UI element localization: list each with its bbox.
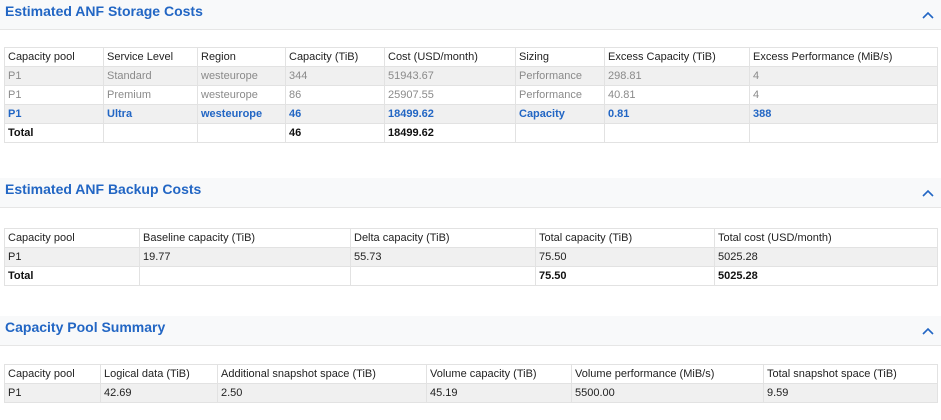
table-cell: 45.19 xyxy=(426,383,572,403)
table-cell: 5500.00 xyxy=(571,383,764,403)
table-cell: P1 xyxy=(4,104,104,124)
column-header: Capacity pool xyxy=(4,228,140,248)
storage-section-title: Estimated ANF Storage Costs xyxy=(5,3,203,19)
table-cell: 75.50 xyxy=(535,266,715,286)
chevron-up-icon[interactable] xyxy=(921,326,935,336)
table-cell: 5025.28 xyxy=(714,247,938,267)
table-cell: 19.77 xyxy=(139,247,351,267)
summary-section-header: Capacity Pool Summary xyxy=(0,316,941,346)
table-cell: P1 xyxy=(4,247,140,267)
table-cell: Performance xyxy=(515,85,605,105)
table-cell xyxy=(604,123,750,143)
table-cell xyxy=(515,123,605,143)
column-header: Additional snapshot space (TiB) xyxy=(217,364,427,384)
table-cell: 18499.62 xyxy=(384,104,516,124)
table-cell: 42.69 xyxy=(100,383,218,403)
table-total-row: Total 75.50 5025.28 xyxy=(4,266,938,286)
backup-cost-table: Capacity pool Baseline capacity (TiB) De… xyxy=(4,228,938,286)
chevron-up-icon[interactable] xyxy=(921,188,935,198)
table-header-row: Capacity pool Service Level Region Capac… xyxy=(4,47,938,67)
column-header: Sizing xyxy=(515,47,605,67)
table-header-row: Capacity pool Logical data (TiB) Additio… xyxy=(4,364,938,384)
storage-cost-table: Capacity pool Service Level Region Capac… xyxy=(4,47,938,143)
table-cell: Premium xyxy=(103,85,198,105)
table-cell: westeurope xyxy=(197,66,286,86)
column-header: Region xyxy=(197,47,286,67)
column-header: Excess Performance (MiB/s) xyxy=(749,47,938,67)
table-cell: Ultra xyxy=(103,104,198,124)
summary-section-title: Capacity Pool Summary xyxy=(5,319,166,335)
table-header-row: Capacity pool Baseline capacity (TiB) De… xyxy=(4,228,938,248)
table-cell: 18499.62 xyxy=(384,123,516,143)
table-cell: 86 xyxy=(285,85,385,105)
table-cell: 75.50 xyxy=(535,247,715,267)
table-cell: Standard xyxy=(103,66,198,86)
table-cell: 5025.28 xyxy=(714,266,938,286)
table-row-selected[interactable]: P1 Ultra westeurope 46 18499.62 Capacity… xyxy=(4,104,938,124)
table-cell: 51943.67 xyxy=(384,66,516,86)
table-cell: 344 xyxy=(285,66,385,86)
column-header: Volume performance (MiB/s) xyxy=(571,364,764,384)
table-cell: westeurope xyxy=(197,104,286,124)
table-cell: P1 xyxy=(4,66,104,86)
table-cell: 9.59 xyxy=(763,383,938,403)
table-row[interactable]: P1 Standard westeurope 344 51943.67 Perf… xyxy=(4,66,938,86)
table-cell: 55.73 xyxy=(350,247,536,267)
table-cell xyxy=(103,123,198,143)
table-cell: 46 xyxy=(285,104,385,124)
column-header: Total snapshot space (TiB) xyxy=(763,364,938,384)
table-cell: Performance xyxy=(515,66,605,86)
chevron-up-icon[interactable] xyxy=(921,10,935,20)
capacity-pool-summary-table: Capacity pool Logical data (TiB) Additio… xyxy=(4,364,938,403)
table-row[interactable]: P1 42.69 2.50 45.19 5500.00 9.59 xyxy=(4,383,938,403)
table-cell: westeurope xyxy=(197,85,286,105)
column-header: Excess Capacity (TiB) xyxy=(604,47,750,67)
column-header: Delta capacity (TiB) xyxy=(350,228,536,248)
column-header: Total cost (USD/month) xyxy=(714,228,938,248)
column-header: Volume capacity (TiB) xyxy=(426,364,572,384)
table-row[interactable]: P1 19.77 55.73 75.50 5025.28 xyxy=(4,247,938,267)
table-cell: P1 xyxy=(4,85,104,105)
column-header: Total capacity (TiB) xyxy=(535,228,715,248)
table-cell: Total xyxy=(4,266,140,286)
table-cell: 46 xyxy=(285,123,385,143)
table-cell xyxy=(139,266,351,286)
table-cell: 0.81 xyxy=(604,104,750,124)
table-cell: 25907.55 xyxy=(384,85,516,105)
column-header: Logical data (TiB) xyxy=(100,364,218,384)
table-row[interactable]: P1 Premium westeurope 86 25907.55 Perfor… xyxy=(4,85,938,105)
table-total-row: Total 46 18499.62 xyxy=(4,123,938,143)
column-header: Capacity (TiB) xyxy=(285,47,385,67)
column-header: Baseline capacity (TiB) xyxy=(139,228,351,248)
table-cell xyxy=(749,123,938,143)
column-header: Capacity pool xyxy=(4,47,104,67)
table-cell: 388 xyxy=(749,104,938,124)
table-cell: Total xyxy=(4,123,104,143)
storage-section-header: Estimated ANF Storage Costs xyxy=(0,0,941,30)
table-cell: P1 xyxy=(4,383,101,403)
column-header: Capacity pool xyxy=(4,364,101,384)
table-cell: 4 xyxy=(749,85,938,105)
column-header: Service Level xyxy=(103,47,198,67)
table-cell: 2.50 xyxy=(217,383,427,403)
backup-section-header: Estimated ANF Backup Costs xyxy=(0,178,941,208)
table-cell: 4 xyxy=(749,66,938,86)
table-cell: 40.81 xyxy=(604,85,750,105)
table-cell xyxy=(197,123,286,143)
table-cell: Capacity xyxy=(515,104,605,124)
backup-section-title: Estimated ANF Backup Costs xyxy=(5,181,202,197)
table-cell xyxy=(350,266,536,286)
column-header: Cost (USD/month) xyxy=(384,47,516,67)
table-cell: 298.81 xyxy=(604,66,750,86)
